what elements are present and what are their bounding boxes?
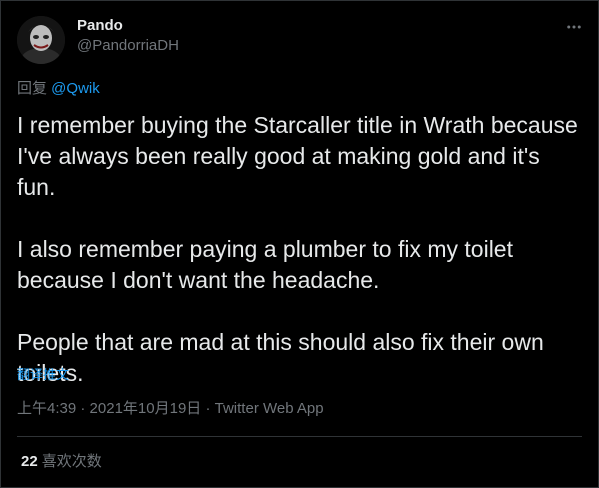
tweet-text: I remember buying the Starcaller title i… xyxy=(17,112,578,386)
likes-count: 22 xyxy=(21,453,38,470)
divider xyxy=(17,436,582,437)
replying-to: 回复 @Qwik xyxy=(17,79,100,99)
tweet-card: Pando @PandorriaDH 回复 @Qwik I remember b… xyxy=(0,0,599,488)
tweet-date[interactable]: 2021年10月19日 xyxy=(90,400,202,417)
author-block: Pando @PandorriaDH xyxy=(77,16,179,56)
replying-to-label: 回复 xyxy=(17,80,52,97)
more-options-button[interactable] xyxy=(562,15,586,39)
avatar-image xyxy=(17,16,65,64)
tweet-metadata: 上午4:39 · 2021年10月19日 · Twitter Web App xyxy=(17,398,324,420)
avatar[interactable] xyxy=(17,16,65,64)
likes-stat-link[interactable]: 22 喜欢次数 xyxy=(21,451,102,473)
tweet-time[interactable]: 上午4:39 xyxy=(17,400,76,417)
meta-separator: · xyxy=(76,400,90,417)
likes-label: 喜欢次数 xyxy=(41,453,102,470)
tweet-source[interactable]: Twitter Web App xyxy=(215,400,324,417)
author-handle[interactable]: @PandorriaDH xyxy=(77,36,179,56)
translate-tweet-link[interactable]: 翻译推文 xyxy=(17,366,69,384)
meta-separator: · xyxy=(201,400,215,417)
more-horizontal-icon xyxy=(567,25,581,29)
author-display-name[interactable]: Pando xyxy=(77,16,179,36)
reply-mention-link[interactable]: @Qwik xyxy=(51,80,100,97)
